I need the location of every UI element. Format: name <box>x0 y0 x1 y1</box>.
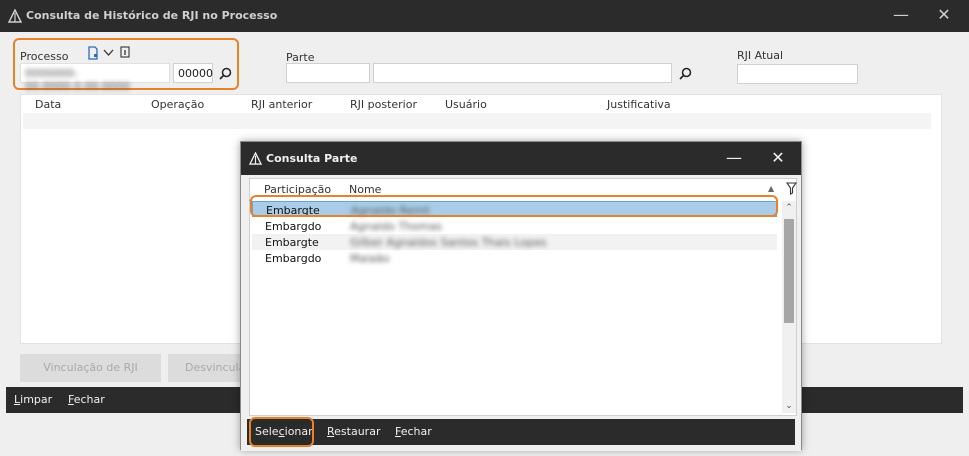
scroll-up-icon[interactable]: ⌃ <box>782 201 796 215</box>
dialog-logo-icon <box>249 152 262 165</box>
selected-row-highlight <box>250 195 778 217</box>
consulta-parte-dialog: Consulta Parte — ✕ Participação Nome ▲ -… <box>240 141 802 451</box>
processo-number-field[interactable]: 0000000-00.0000.0.00.0000 <box>20 63 170 93</box>
list-item[interactable]: Embargte Gilber Agnaldos Santos Thais Lo… <box>252 234 777 250</box>
limpar-label: impar <box>20 393 53 406</box>
row-participacao: Embargdo <box>265 252 322 265</box>
history-grid-empty-row <box>23 113 931 129</box>
close-button[interactable]: ✕ <box>927 0 961 32</box>
col-rji-posterior[interactable]: RJI posterior <box>350 98 417 111</box>
parte-code-field[interactable] <box>286 63 370 83</box>
fechar-main-button[interactable]: Fechar <box>68 393 105 406</box>
fechar-dialog-button[interactable]: Fechar <box>395 425 432 438</box>
col-usuario[interactable]: Usuário <box>445 98 487 111</box>
restaurar-label: estaurar <box>334 425 381 438</box>
scroll-thumb[interactable] <box>784 219 794 323</box>
dialog-action-bar: Selecionar Restaurar Fechar <box>247 419 795 445</box>
search-processo-icon[interactable] <box>219 67 232 80</box>
restaurar-button[interactable]: Restaurar <box>327 425 380 438</box>
dialog-body: Participação Nome ▲ - Embargte Agnaldo R… <box>241 175 801 451</box>
processo-label: Processo <box>20 50 69 63</box>
row-nome: Gilber Agnaldos Santos Thais Lopes <box>350 236 547 249</box>
col-justificativa[interactable]: Justificativa <box>607 98 671 111</box>
scroll-down-icon[interactable]: ⌄ <box>782 399 796 413</box>
fechar-label: echar <box>73 393 105 406</box>
col-operacao[interactable]: Operação <box>151 98 204 111</box>
dialog-title-bar: Consulta Parte — ✕ <box>241 142 801 175</box>
row-participacao: Embargte <box>265 236 319 249</box>
list-item[interactable]: Embargdo Maiaão <box>252 250 777 266</box>
row-nome: Agnaldo Thomas <box>350 220 443 233</box>
parte-name-field[interactable] <box>373 63 672 83</box>
col-rji-anterior[interactable]: RJI anterior <box>251 98 312 111</box>
app-logo-icon <box>8 9 22 23</box>
main-title-bar: Consulta de Histórico de RJI no Processo… <box>0 0 969 32</box>
history-grid-header: Data Operação RJI anterior RJI posterior… <box>21 95 941 113</box>
minimize-button[interactable]: — <box>884 0 918 32</box>
parte-list-scrollbar[interactable]: ⌃ ⌄ <box>782 201 796 413</box>
processo-number-value: 0000000-00.0000.0.00.0000 <box>25 67 130 93</box>
selecionar-highlight <box>249 417 314 447</box>
desvinculacao-button[interactable]: Desvincula <box>168 354 242 382</box>
rji-atual-label: RJI Atual <box>737 49 784 62</box>
chevron-down-icon[interactable] <box>103 48 114 57</box>
filter-icon[interactable] <box>786 182 797 195</box>
list-item[interactable]: Embargdo Agnaldo Thomas <box>252 218 777 234</box>
row-participacao: Embargdo <box>265 220 322 233</box>
processo-suffix-field[interactable]: 00000 <box>173 63 213 83</box>
limpar-button[interactable]: Limpar <box>14 393 52 406</box>
dialog-title: Consulta Parte <box>266 152 358 165</box>
row-nome: Maiaão <box>350 252 390 265</box>
search-parte-icon[interactable] <box>679 67 692 80</box>
document-icon[interactable] <box>86 46 100 60</box>
dialog-close-button[interactable]: ✕ <box>761 143 795 175</box>
vinculacao-button[interactable]: Vinculação de RJI <box>20 354 161 382</box>
info-icon[interactable] <box>120 46 130 58</box>
dialog-minimize-button[interactable]: — <box>717 143 751 175</box>
window-title: Consulta de Histórico de RJI no Processo <box>26 9 278 22</box>
sort-asc-icon[interactable]: ▲ <box>768 184 774 193</box>
col-data[interactable]: Data <box>35 98 61 111</box>
rji-atual-field[interactable] <box>737 64 858 84</box>
fechar-dialog-label: echar <box>400 425 432 438</box>
